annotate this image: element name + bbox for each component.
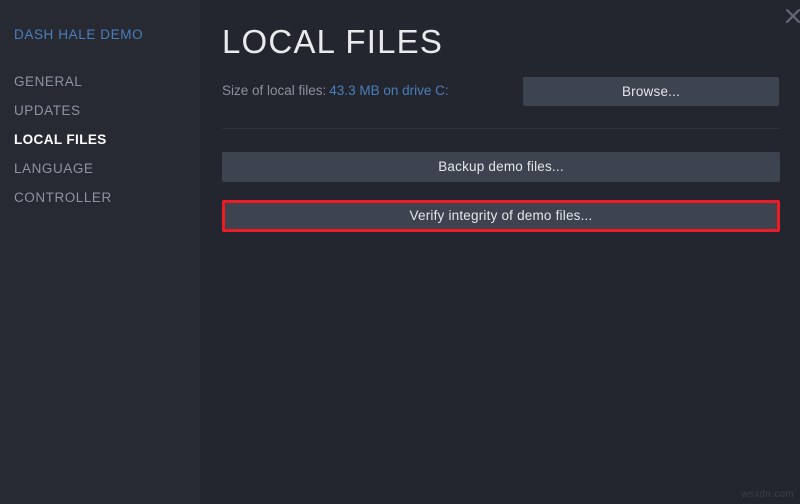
sidebar-nav: GENERAL UPDATES LOCAL FILES LANGUAGE CON… [0, 67, 200, 212]
sidebar: DASH HALE DEMO GENERAL UPDATES LOCAL FIL… [0, 0, 200, 504]
size-value: 43.3 MB on drive C: [329, 83, 449, 98]
sidebar-item-local-files[interactable]: LOCAL FILES [0, 125, 200, 154]
sidebar-item-label: GENERAL [14, 74, 83, 89]
watermark: wsxdn.com [741, 489, 794, 500]
sidebar-item-updates[interactable]: UPDATES [0, 96, 200, 125]
sidebar-item-controller[interactable]: CONTROLLER [0, 183, 200, 212]
properties-dialog: DASH HALE DEMO GENERAL UPDATES LOCAL FIL… [0, 0, 800, 504]
sidebar-item-label: CONTROLLER [14, 190, 112, 205]
browse-button[interactable]: Browse... [523, 77, 779, 106]
sidebar-app-title: DASH HALE DEMO [14, 27, 144, 42]
backup-demo-files-button[interactable]: Backup demo files... [222, 152, 780, 182]
local-files-size-row: Size of local files: 43.3 MB on drive C: [222, 82, 449, 100]
close-icon[interactable] [780, 3, 800, 29]
page-title: LOCAL FILES [222, 23, 444, 60]
verify-integrity-region: Verify integrity of demo files... [222, 200, 780, 232]
sidebar-item-label: LANGUAGE [14, 161, 94, 176]
size-label: Size of local files: [222, 83, 327, 98]
sidebar-item-label: LOCAL FILES [14, 132, 107, 147]
sidebar-item-general[interactable]: GENERAL [0, 67, 200, 96]
verify-integrity-button[interactable]: Verify integrity of demo files... [225, 203, 777, 229]
section-divider [222, 128, 780, 129]
sidebar-item-language[interactable]: LANGUAGE [0, 154, 200, 183]
sidebar-item-label: UPDATES [14, 103, 81, 118]
content-panel: LOCAL FILES Size of local files: 43.3 MB … [200, 0, 800, 504]
